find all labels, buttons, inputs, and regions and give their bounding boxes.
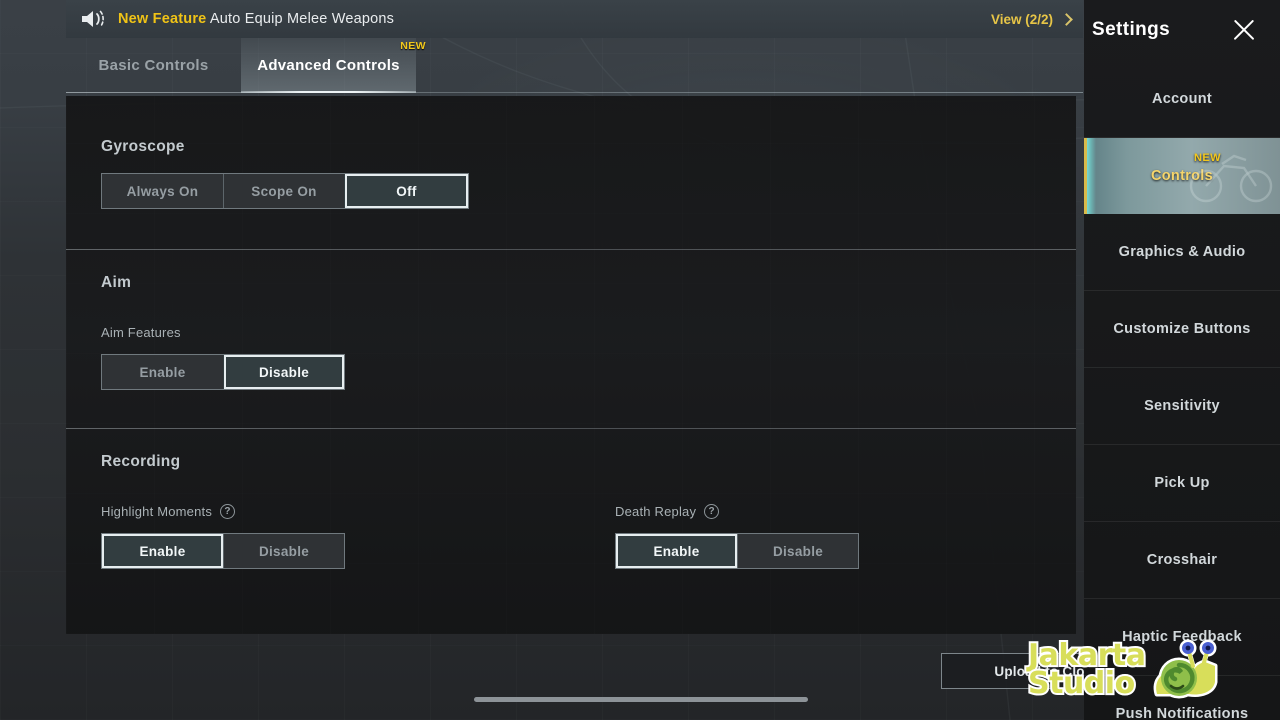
sidebar-item-push-notifications[interactable]: Push Notifications — [1084, 676, 1280, 720]
tab-new-badge: NEW — [400, 40, 426, 52]
sidebar-item-haptic-feedback[interactable]: Haptic Feedback — [1084, 599, 1280, 676]
banner-message: New Feature Auto Equip Melee Weapons — [118, 11, 394, 27]
highlight-moments-label: Highlight Moments — [101, 504, 213, 519]
highlight-moments-field: Highlight Moments ? Enable Disable — [101, 504, 345, 569]
sidebar-item-haptic-feedback-label: Haptic Feedback — [1122, 629, 1242, 645]
settings-sidebar: Settings Account Controls NEW Graphics &… — [1084, 0, 1280, 720]
section-recording: Recording Highlight Moments ? Enable Dis… — [83, 429, 1059, 569]
gyroscope-option-scope-on[interactable]: Scope On — [223, 174, 344, 208]
sidebar-item-pick-up[interactable]: Pick Up — [1084, 445, 1280, 522]
sidebar-item-sensitivity-label: Sensitivity — [1144, 398, 1220, 414]
section-gyroscope: Gyroscope Always On Scope On Off — [83, 96, 1059, 209]
death-replay-option-disable[interactable]: Disable — [737, 534, 858, 568]
sidebar-item-push-notifications-label: Push Notifications — [1115, 706, 1249, 720]
recording-title: Recording — [101, 453, 181, 470]
death-replay-help-icon[interactable]: ? — [704, 504, 720, 519]
gyroscope-title: Gyroscope — [101, 138, 185, 155]
recording-fields-row: Highlight Moments ? Enable Disable Death… — [101, 504, 1059, 569]
settings-title: Settings — [1092, 19, 1171, 40]
home-indicator[interactable] — [474, 697, 808, 702]
banner-feature-text: Auto Equip Melee Weapons — [206, 11, 395, 27]
sidebar-item-account[interactable]: Account — [1084, 60, 1280, 138]
death-replay-label-row: Death Replay ? — [615, 504, 859, 519]
sidebar-item-controls[interactable]: Controls NEW — [1084, 138, 1280, 214]
aim-features-segmented-control: Enable Disable — [101, 354, 345, 390]
death-replay-segmented-control: Enable Disable — [615, 533, 859, 569]
death-replay-field: Death Replay ? Enable Disable — [615, 504, 859, 569]
highlight-moments-segmented-control: Enable Disable — [101, 533, 345, 569]
highlight-moments-option-enable[interactable]: Enable — [102, 534, 223, 568]
settings-header: Settings — [1084, 0, 1280, 60]
death-replay-option-enable[interactable]: Enable — [616, 534, 737, 568]
gyroscope-segmented-control: Always On Scope On Off — [101, 173, 469, 209]
sidebar-item-controls-label: Controls — [1150, 168, 1213, 184]
banner-view-label: View (2/2) — [990, 11, 1053, 27]
gyroscope-option-always-on[interactable]: Always On — [102, 174, 223, 208]
announcement-banner: New Feature Auto Equip Melee Weapons Vie… — [66, 0, 1083, 38]
aim-features-label-row: Aim Features — [101, 325, 1059, 340]
advanced-controls-panel: Gyroscope Always On Scope On Off Aim Aim… — [66, 96, 1076, 634]
game-settings-screen: New Feature Auto Equip Melee Weapons Vie… — [0, 0, 1280, 720]
tab-basic-controls-label: Basic Controls — [98, 57, 209, 74]
sidebar-item-graphics-audio-label: Graphics & Audio — [1118, 244, 1246, 260]
chevron-right-icon — [1060, 12, 1073, 26]
panel-content: Gyroscope Always On Scope On Off Aim Aim… — [66, 96, 1076, 569]
settings-nav: Account Controls NEW Graphics & Audio Cu… — [1084, 60, 1280, 720]
sidebar-controls-new-badge: NEW — [1194, 152, 1221, 164]
banner-view-button[interactable]: View (2/2) — [990, 11, 1073, 27]
aim-features-label: Aim Features — [101, 325, 181, 340]
aim-features-option-disable[interactable]: Disable — [223, 355, 344, 389]
aim-title: Aim — [101, 274, 132, 291]
section-aim: Aim Aim Features Enable Disable — [83, 250, 1059, 390]
speaker-icon — [82, 10, 104, 28]
tab-advanced-controls-label: Advanced Controls — [257, 57, 400, 74]
highlight-moments-label-row: Highlight Moments ? — [101, 504, 345, 519]
sidebar-item-account-label: Account — [1151, 90, 1213, 107]
highlight-moments-option-disable[interactable]: Disable — [223, 534, 344, 568]
sidebar-item-pick-up-label: Pick Up — [1154, 475, 1210, 491]
tab-advanced-controls[interactable]: Advanced Controls NEW — [241, 38, 426, 93]
sidebar-item-crosshair[interactable]: Crosshair — [1084, 522, 1280, 599]
sidebar-item-crosshair-label: Crosshair — [1146, 552, 1218, 568]
tab-basic-controls[interactable]: Basic Controls — [66, 38, 241, 93]
sidebar-item-sensitivity[interactable]: Sensitivity — [1084, 368, 1280, 445]
death-replay-label: Death Replay — [615, 504, 697, 519]
sidebar-item-graphics-audio[interactable]: Graphics & Audio — [1084, 214, 1280, 291]
sidebar-item-customize-buttons[interactable]: Customize Buttons — [1084, 291, 1280, 368]
aim-features-option-enable[interactable]: Enable — [102, 355, 223, 389]
gyroscope-option-off[interactable]: Off — [344, 174, 468, 208]
sidebar-item-customize-buttons-label: Customize Buttons — [1113, 321, 1251, 337]
banner-new-label: New Feature — [118, 11, 207, 27]
controls-tabbar: Basic Controls Advanced Controls NEW — [66, 38, 1083, 93]
close-icon[interactable] — [1230, 16, 1258, 44]
highlight-moments-help-icon[interactable]: ? — [220, 504, 236, 519]
